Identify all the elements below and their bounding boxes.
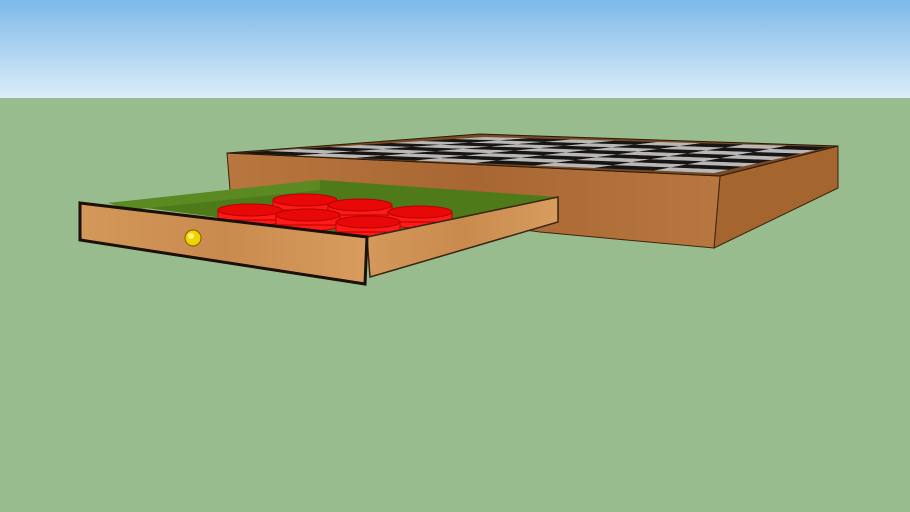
drawer-knob-icon[interactable] xyxy=(184,229,202,247)
sky xyxy=(0,0,910,98)
scene xyxy=(0,0,910,512)
